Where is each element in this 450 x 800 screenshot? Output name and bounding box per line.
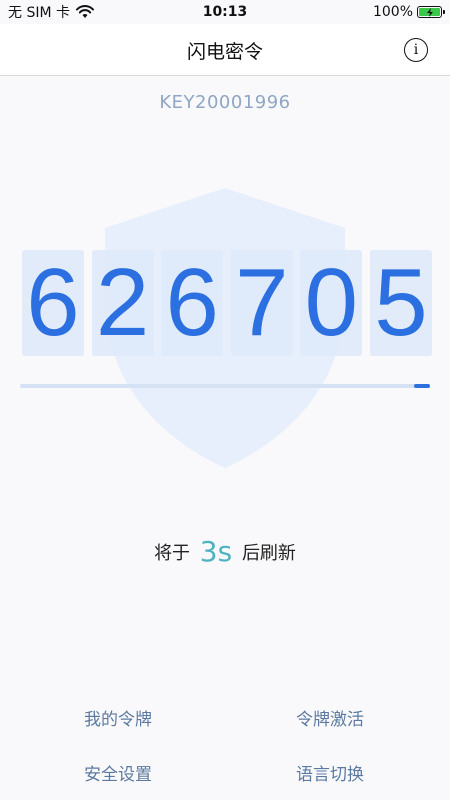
info-icon[interactable]: i [404,38,428,62]
security-settings-link[interactable]: 安全设置 [28,760,208,785]
charging-bolt-icon [426,7,433,17]
carrier-signal: 无 SIM 卡 [8,2,94,22]
code-digit: 0 [300,250,363,356]
battery-level [419,7,440,17]
code-digit: 2 [91,250,154,356]
battery-icon [417,6,445,18]
key-id: KEY20001996 [159,92,291,113]
refresh-prefix: 将于 [154,543,191,564]
nav-bar: 闪电密令 i [0,24,450,76]
wifi-icon [76,5,94,18]
countdown-progress-bar [20,384,430,388]
countdown-progress-fill [413,384,430,388]
page-title: 闪电密令 [186,41,263,63]
token-code: 6 2 6 7 0 5 [22,250,432,356]
code-digit: 5 [369,250,432,356]
refresh-seconds: 3s [199,535,233,568]
activate-token-link[interactable]: 令牌激活 [240,705,420,730]
my-token-link[interactable]: 我的令牌 [28,705,208,730]
status-bar: 无 SIM 卡 10:13 100% [0,0,450,24]
code-digit: 7 [230,250,293,356]
refresh-countdown: 将于 3s 后刷新 [0,535,450,568]
code-digit: 6 [22,250,84,356]
language-switch-link[interactable]: 语言切换 [240,760,420,785]
refresh-suffix: 后刷新 [241,543,296,564]
battery-percent: 100% [372,4,413,20]
battery-status: 100% [372,4,445,20]
code-digit: 6 [161,250,224,356]
carrier-label: 无 SIM 卡 [8,5,70,21]
